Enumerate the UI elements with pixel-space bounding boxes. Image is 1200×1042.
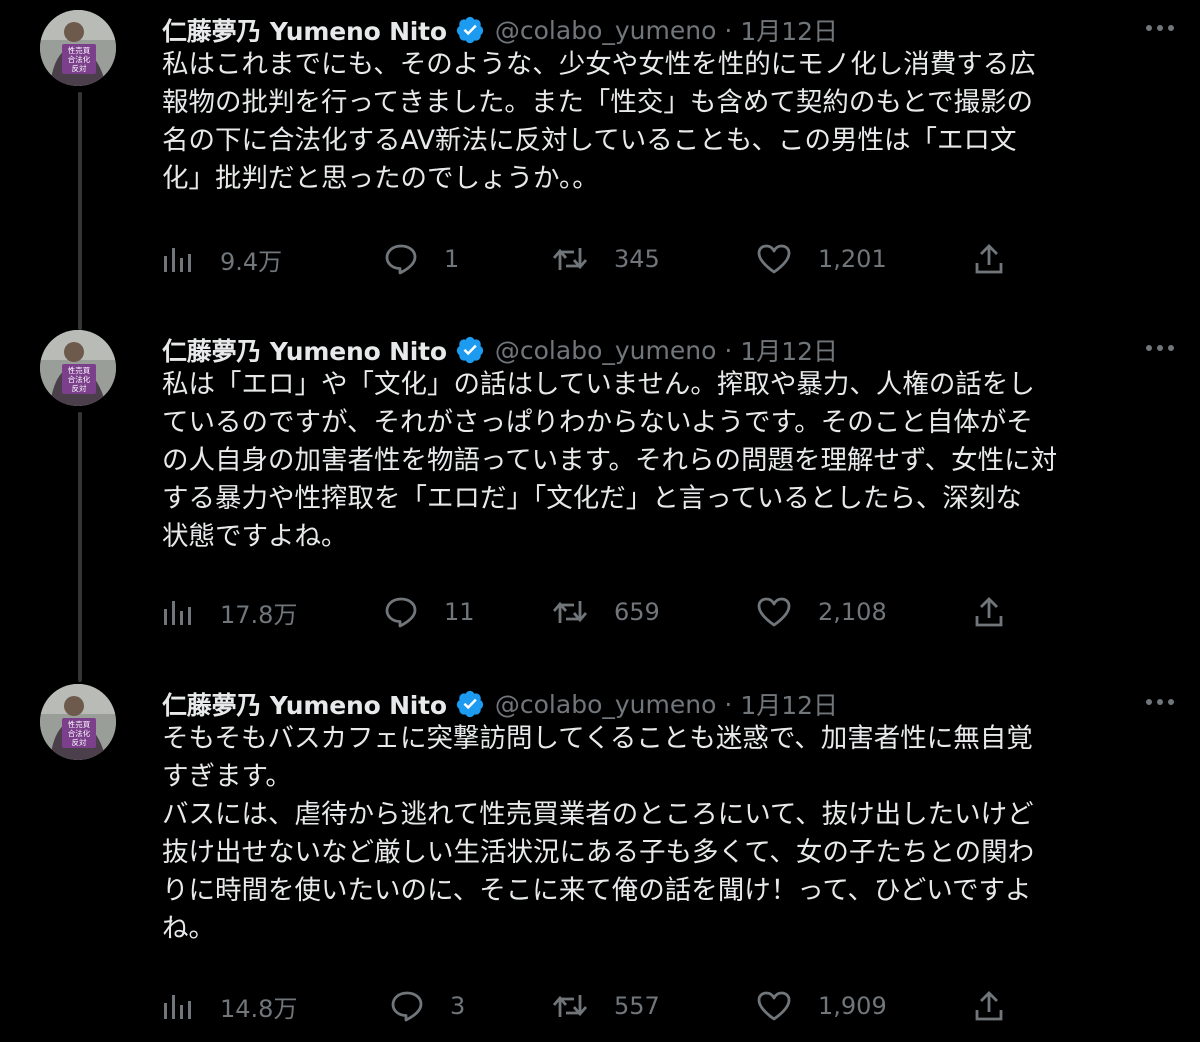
bar-chart-icon [162, 244, 194, 274]
avatar-sign-line: 合法化 [68, 728, 91, 738]
tweet-text: 私はこれまでにも、そのような、少女や女性を性的にモノ化し消費する広 報物の批判を… [162, 49, 1036, 194]
speech-bubble-icon [384, 596, 418, 628]
tweet-actions: 9.4万 1 345 1,201 [162, 237, 1162, 281]
tweet-header: 仁藤夢乃 Yumeno Nito @colabo_yumeno · 1月12日 [162, 330, 1180, 370]
tweet-actions: 17.8万 11 659 2,108 [162, 590, 1162, 634]
author-name[interactable]: 仁藤夢乃 Yumeno Nito [162, 332, 447, 368]
author-handle[interactable]: @colabo_yumeno [495, 16, 716, 45]
tweet-date[interactable]: 1月12日 [740, 332, 838, 368]
avatar-sign-line: 反対 [72, 63, 87, 73]
reply-button[interactable]: 11 [384, 590, 475, 634]
views-count: 14.8万 [220, 994, 298, 1023]
avatar-sign-line: 性売買 [68, 719, 91, 729]
reply-count: 3 [450, 992, 466, 1020]
separator-dot: · [724, 335, 733, 365]
tweet-actions: 14.8万 3 557 1,909 [162, 984, 1162, 1028]
like-count: 1,201 [818, 245, 887, 273]
like-button[interactable]: 1,909 [756, 984, 887, 1028]
heart-icon [756, 990, 792, 1022]
heart-icon [756, 243, 792, 275]
share-upload-icon [974, 990, 1004, 1022]
retweet-count: 345 [614, 245, 660, 273]
bar-chart-icon [162, 991, 194, 1021]
avatar-sign-line: 性売買 [68, 45, 91, 55]
views-button[interactable]: 9.4万 [162, 237, 282, 281]
views-button[interactable]: 17.8万 [162, 590, 297, 634]
verified-badge-icon[interactable] [455, 15, 485, 45]
retweet-arrows-icon [552, 991, 588, 1021]
heart-icon [756, 596, 792, 628]
tweet[interactable]: 性売買 合法化 反対 仁藤夢乃 Yumeno Nito @colabo_yume… [0, 0, 1200, 330]
author-name[interactable]: 仁藤夢乃 Yumeno Nito [162, 12, 447, 48]
tweet-text: 私は「エロ」や「文化」の話はしていません。搾取や暴力、人権の話をし ているのです… [162, 369, 1058, 552]
thread-line [78, 314, 82, 328]
bar-chart-icon [162, 597, 194, 627]
ellipsis-icon[interactable] [1140, 8, 1180, 48]
share-button[interactable] [974, 590, 1004, 634]
like-count: 1,909 [818, 992, 887, 1020]
avatar[interactable]: 性売買 合法化 反対 [40, 330, 116, 406]
avatar-sign-line: 合法化 [68, 54, 91, 64]
views-count: 9.4万 [220, 247, 283, 276]
retweet-arrows-icon [552, 597, 588, 627]
author-name[interactable]: 仁藤夢乃 Yumeno Nito [162, 686, 447, 722]
retweet-button[interactable]: 345 [552, 237, 660, 281]
separator-dot: · [724, 689, 733, 719]
retweet-button[interactable]: 659 [552, 590, 660, 634]
tweet-date[interactable]: 1月12日 [740, 686, 838, 722]
like-button[interactable]: 2,108 [756, 590, 887, 634]
ellipsis-icon[interactable] [1140, 682, 1180, 722]
verified-badge-icon[interactable] [455, 335, 485, 365]
tweet-text: そもそもバスカフェに突撃訪問してくることも迷惑で、加害者性に無自覚 すぎます。 … [162, 723, 1035, 944]
share-button[interactable] [974, 237, 1004, 281]
views-button[interactable]: 14.8万 [162, 984, 297, 1028]
reply-button[interactable]: 3 [390, 984, 465, 1028]
like-count: 2,108 [818, 598, 887, 626]
tweet[interactable]: 性売買 合法化 反対 仁藤夢乃 Yumeno Nito @colabo_yume… [0, 654, 1200, 1042]
thread-line [78, 654, 82, 682]
share-upload-icon [974, 596, 1004, 628]
author-handle[interactable]: @colabo_yumeno [495, 690, 716, 719]
thread-line [78, 412, 82, 676]
reply-button[interactable]: 1 [384, 237, 459, 281]
tweet-header: 仁藤夢乃 Yumeno Nito @colabo_yumeno · 1月12日 [162, 684, 1180, 724]
author-handle[interactable]: @colabo_yumeno [495, 336, 716, 365]
retweet-button[interactable]: 557 [552, 984, 660, 1028]
tweet-header: 仁藤夢乃 Yumeno Nito @colabo_yumeno · 1月12日 [162, 10, 1180, 50]
thread-line [78, 92, 82, 330]
avatar-sign-line: 合法化 [68, 374, 91, 384]
avatar-sign-line: 性売買 [68, 365, 91, 375]
tweet-date[interactable]: 1月12日 [740, 12, 838, 48]
views-count: 17.8万 [220, 600, 298, 629]
speech-bubble-icon [384, 243, 418, 275]
verified-badge-icon[interactable] [455, 689, 485, 719]
tweet[interactable]: 性売買 合法化 反対 仁藤夢乃 Yumeno Nito @colabo_yume… [0, 314, 1200, 676]
avatar[interactable]: 性売買 合法化 反対 [40, 684, 116, 760]
retweet-count: 659 [614, 598, 660, 626]
like-button[interactable]: 1,201 [756, 237, 887, 281]
share-button[interactable] [974, 984, 1004, 1028]
reply-count: 1 [444, 245, 460, 273]
ellipsis-icon[interactable] [1140, 328, 1180, 368]
speech-bubble-icon [390, 990, 424, 1022]
avatar-sign-line: 反対 [72, 383, 87, 393]
avatar[interactable]: 性売買 合法化 反対 [40, 10, 116, 86]
avatar-sign-line: 反対 [72, 737, 87, 747]
share-upload-icon [974, 243, 1004, 275]
retweet-arrows-icon [552, 244, 588, 274]
retweet-count: 557 [614, 992, 660, 1020]
separator-dot: · [724, 15, 733, 45]
reply-count: 11 [444, 598, 475, 626]
